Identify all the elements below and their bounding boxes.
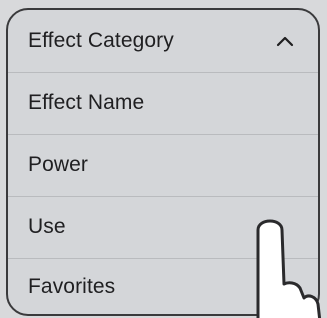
dropdown-header[interactable]: Effect Category [8,10,318,72]
screen: Effect Category Effect Name Power Use Fa… [0,0,327,318]
option-label: Effect Name [28,91,145,114]
dropdown-option-power[interactable]: Power [8,134,318,196]
dropdown-option-favorites[interactable]: Favorites [8,258,318,314]
dropdown-header-label: Effect Category [28,29,174,52]
dropdown-option-use[interactable]: Use [8,196,318,258]
option-label: Use [28,215,66,238]
chevron-up-icon[interactable] [274,30,296,52]
sort-dropdown-menu: Effect Category Effect Name Power Use Fa… [6,8,320,316]
option-label: Favorites [28,275,116,298]
dropdown-option-effect-name[interactable]: Effect Name [8,72,318,134]
option-label: Power [28,153,89,176]
